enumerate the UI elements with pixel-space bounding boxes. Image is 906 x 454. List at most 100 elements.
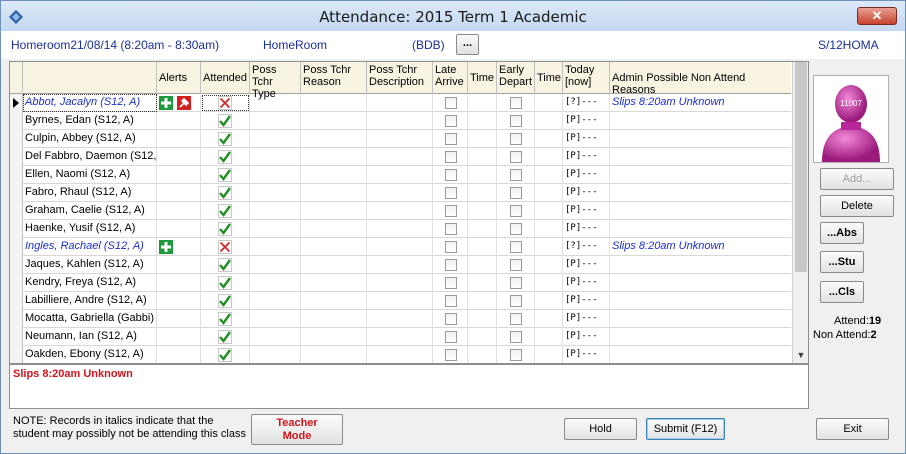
early-depart-checkbox[interactable] [510, 259, 522, 271]
row-selector[interactable] [10, 310, 23, 328]
poss-tchr-type-cell[interactable] [250, 184, 301, 202]
poss-tchr-type-cell[interactable] [250, 202, 301, 220]
poss-tchr-reason-cell[interactable] [301, 238, 367, 256]
late-time-cell[interactable] [468, 112, 497, 130]
early-time-cell[interactable] [535, 220, 563, 238]
table-row[interactable]: Byrnes, Edan (S12, A) [P]--- [10, 112, 791, 130]
attended-check-icon[interactable] [218, 168, 232, 182]
attended-cell[interactable] [201, 184, 250, 202]
stu-button[interactable]: ...Stu [820, 251, 864, 273]
poss-tchr-reason-cell[interactable] [301, 148, 367, 166]
student-name[interactable]: Oakden, Ebony (S12, A) [23, 346, 157, 363]
poss-tchr-description-cell[interactable] [367, 166, 433, 184]
table-row[interactable]: Abbot, Jacalyn (S12, A) [?]--- Slips 8:20a… [10, 94, 791, 112]
attended-cell[interactable] [201, 310, 250, 328]
medical-alert-icon[interactable] [159, 240, 173, 254]
grid-scrollbar[interactable]: ▼ [792, 62, 808, 363]
early-depart-checkbox[interactable] [510, 133, 522, 145]
poss-tchr-reason-cell[interactable] [301, 274, 367, 292]
early-depart-checkbox[interactable] [510, 295, 522, 307]
table-row[interactable]: Ingles, Rachael (S12, A) [?]--- Slips 8:20… [10, 238, 791, 256]
poss-tchr-reason-column-header[interactable]: Poss Tchr Reason [301, 62, 367, 94]
time-column-header-2[interactable]: Time [535, 62, 563, 94]
row-selector[interactable] [10, 328, 23, 346]
table-row[interactable]: Neumann, Ian (S12, A) [P]--- [10, 328, 791, 346]
table-row[interactable]: Fabro, Rhaul (S12, A) [P]--- [10, 184, 791, 202]
poss-tchr-type-cell[interactable] [250, 292, 301, 310]
attended-check-icon[interactable] [218, 312, 232, 326]
late-arrive-checkbox[interactable] [444, 115, 457, 127]
poss-tchr-reason-cell[interactable] [301, 166, 367, 184]
early-time-cell[interactable] [535, 310, 563, 328]
row-selector[interactable] [10, 346, 23, 363]
late-time-cell[interactable] [468, 130, 497, 148]
row-selector[interactable] [10, 274, 23, 292]
poss-tchr-type-cell[interactable] [250, 310, 301, 328]
attended-check-icon[interactable] [218, 150, 232, 164]
poss-tchr-type-cell[interactable] [250, 328, 301, 346]
attended-cell[interactable] [201, 220, 250, 238]
late-arrive-checkbox[interactable] [444, 223, 457, 235]
late-time-cell[interactable] [468, 238, 497, 256]
early-depart-checkbox[interactable] [510, 115, 522, 127]
student-name[interactable]: Haenke, Yusif (S12, A) [23, 220, 157, 238]
poss-tchr-reason-cell[interactable] [301, 328, 367, 346]
time-column-header[interactable]: Time [468, 62, 497, 94]
not-attended-cross-icon[interactable] [218, 240, 232, 254]
late-arrive-checkbox[interactable] [444, 349, 457, 361]
late-arrive-checkbox[interactable] [444, 169, 457, 181]
poss-tchr-description-cell[interactable] [367, 346, 433, 363]
early-depart-checkbox[interactable] [510, 169, 522, 181]
row-selector[interactable] [10, 148, 23, 166]
late-time-cell[interactable] [468, 184, 497, 202]
poss-tchr-reason-cell[interactable] [301, 220, 367, 238]
late-arrive-checkbox[interactable] [444, 277, 457, 289]
late-arrive-column-header[interactable]: Late Arrive [433, 62, 468, 94]
row-selector[interactable] [10, 220, 23, 238]
attended-check-icon[interactable] [218, 114, 232, 128]
student-name[interactable]: Ellen, Naomi (S12, A) [23, 166, 157, 184]
poss-tchr-type-cell[interactable] [250, 346, 301, 363]
early-depart-checkbox[interactable] [510, 187, 522, 199]
poss-tchr-description-cell[interactable] [367, 256, 433, 274]
early-time-cell[interactable] [535, 166, 563, 184]
row-selector[interactable] [10, 166, 23, 184]
poss-tchr-description-cell[interactable] [367, 202, 433, 220]
late-arrive-checkbox[interactable] [444, 331, 457, 343]
poss-tchr-description-cell[interactable] [367, 130, 433, 148]
student-name[interactable]: Graham, Caelie (S12, A) [23, 202, 157, 220]
early-depart-checkbox[interactable] [510, 349, 522, 361]
attended-check-icon[interactable] [218, 132, 232, 146]
hold-button[interactable]: Hold [564, 418, 637, 440]
student-name[interactable]: Culpin, Abbey (S12, A) [23, 130, 157, 148]
late-time-cell[interactable] [468, 202, 497, 220]
student-name[interactable]: Neumann, Ian (S12, A) [23, 328, 157, 346]
student-name[interactable]: Fabro, Rhaul (S12, A) [23, 184, 157, 202]
row-selector[interactable] [10, 238, 23, 256]
submit-button[interactable]: Submit (F12) [646, 418, 725, 440]
poss-tchr-description-cell[interactable] [367, 148, 433, 166]
attended-column-header[interactable]: Attended [201, 62, 250, 94]
attended-check-icon[interactable] [218, 258, 232, 272]
early-time-cell[interactable] [535, 238, 563, 256]
poss-tchr-type-cell[interactable] [250, 112, 301, 130]
early-time-cell[interactable] [535, 148, 563, 166]
teacher-mode-button[interactable]: Teacher Mode [251, 414, 343, 445]
late-time-cell[interactable] [468, 256, 497, 274]
attended-cell[interactable] [201, 148, 250, 166]
early-depart-checkbox[interactable] [510, 97, 522, 109]
early-time-cell[interactable] [535, 256, 563, 274]
poss-tchr-description-cell[interactable] [367, 184, 433, 202]
early-depart-checkbox[interactable] [510, 151, 522, 163]
early-depart-checkbox[interactable] [510, 277, 522, 289]
abs-button[interactable]: ...Abs [820, 222, 864, 244]
scrollbar-thumb[interactable] [795, 62, 807, 272]
row-selector[interactable] [10, 112, 23, 130]
early-depart-column-header[interactable]: Early Depart [497, 62, 535, 94]
attended-cell[interactable] [201, 94, 250, 112]
student-name[interactable]: Byrnes, Edan (S12, A) [23, 112, 157, 130]
late-time-cell[interactable] [468, 274, 497, 292]
late-time-cell[interactable] [468, 346, 497, 363]
row-selector[interactable] [10, 292, 23, 310]
table-row[interactable]: Oakden, Ebony (S12, A) [P]--- [10, 346, 791, 363]
